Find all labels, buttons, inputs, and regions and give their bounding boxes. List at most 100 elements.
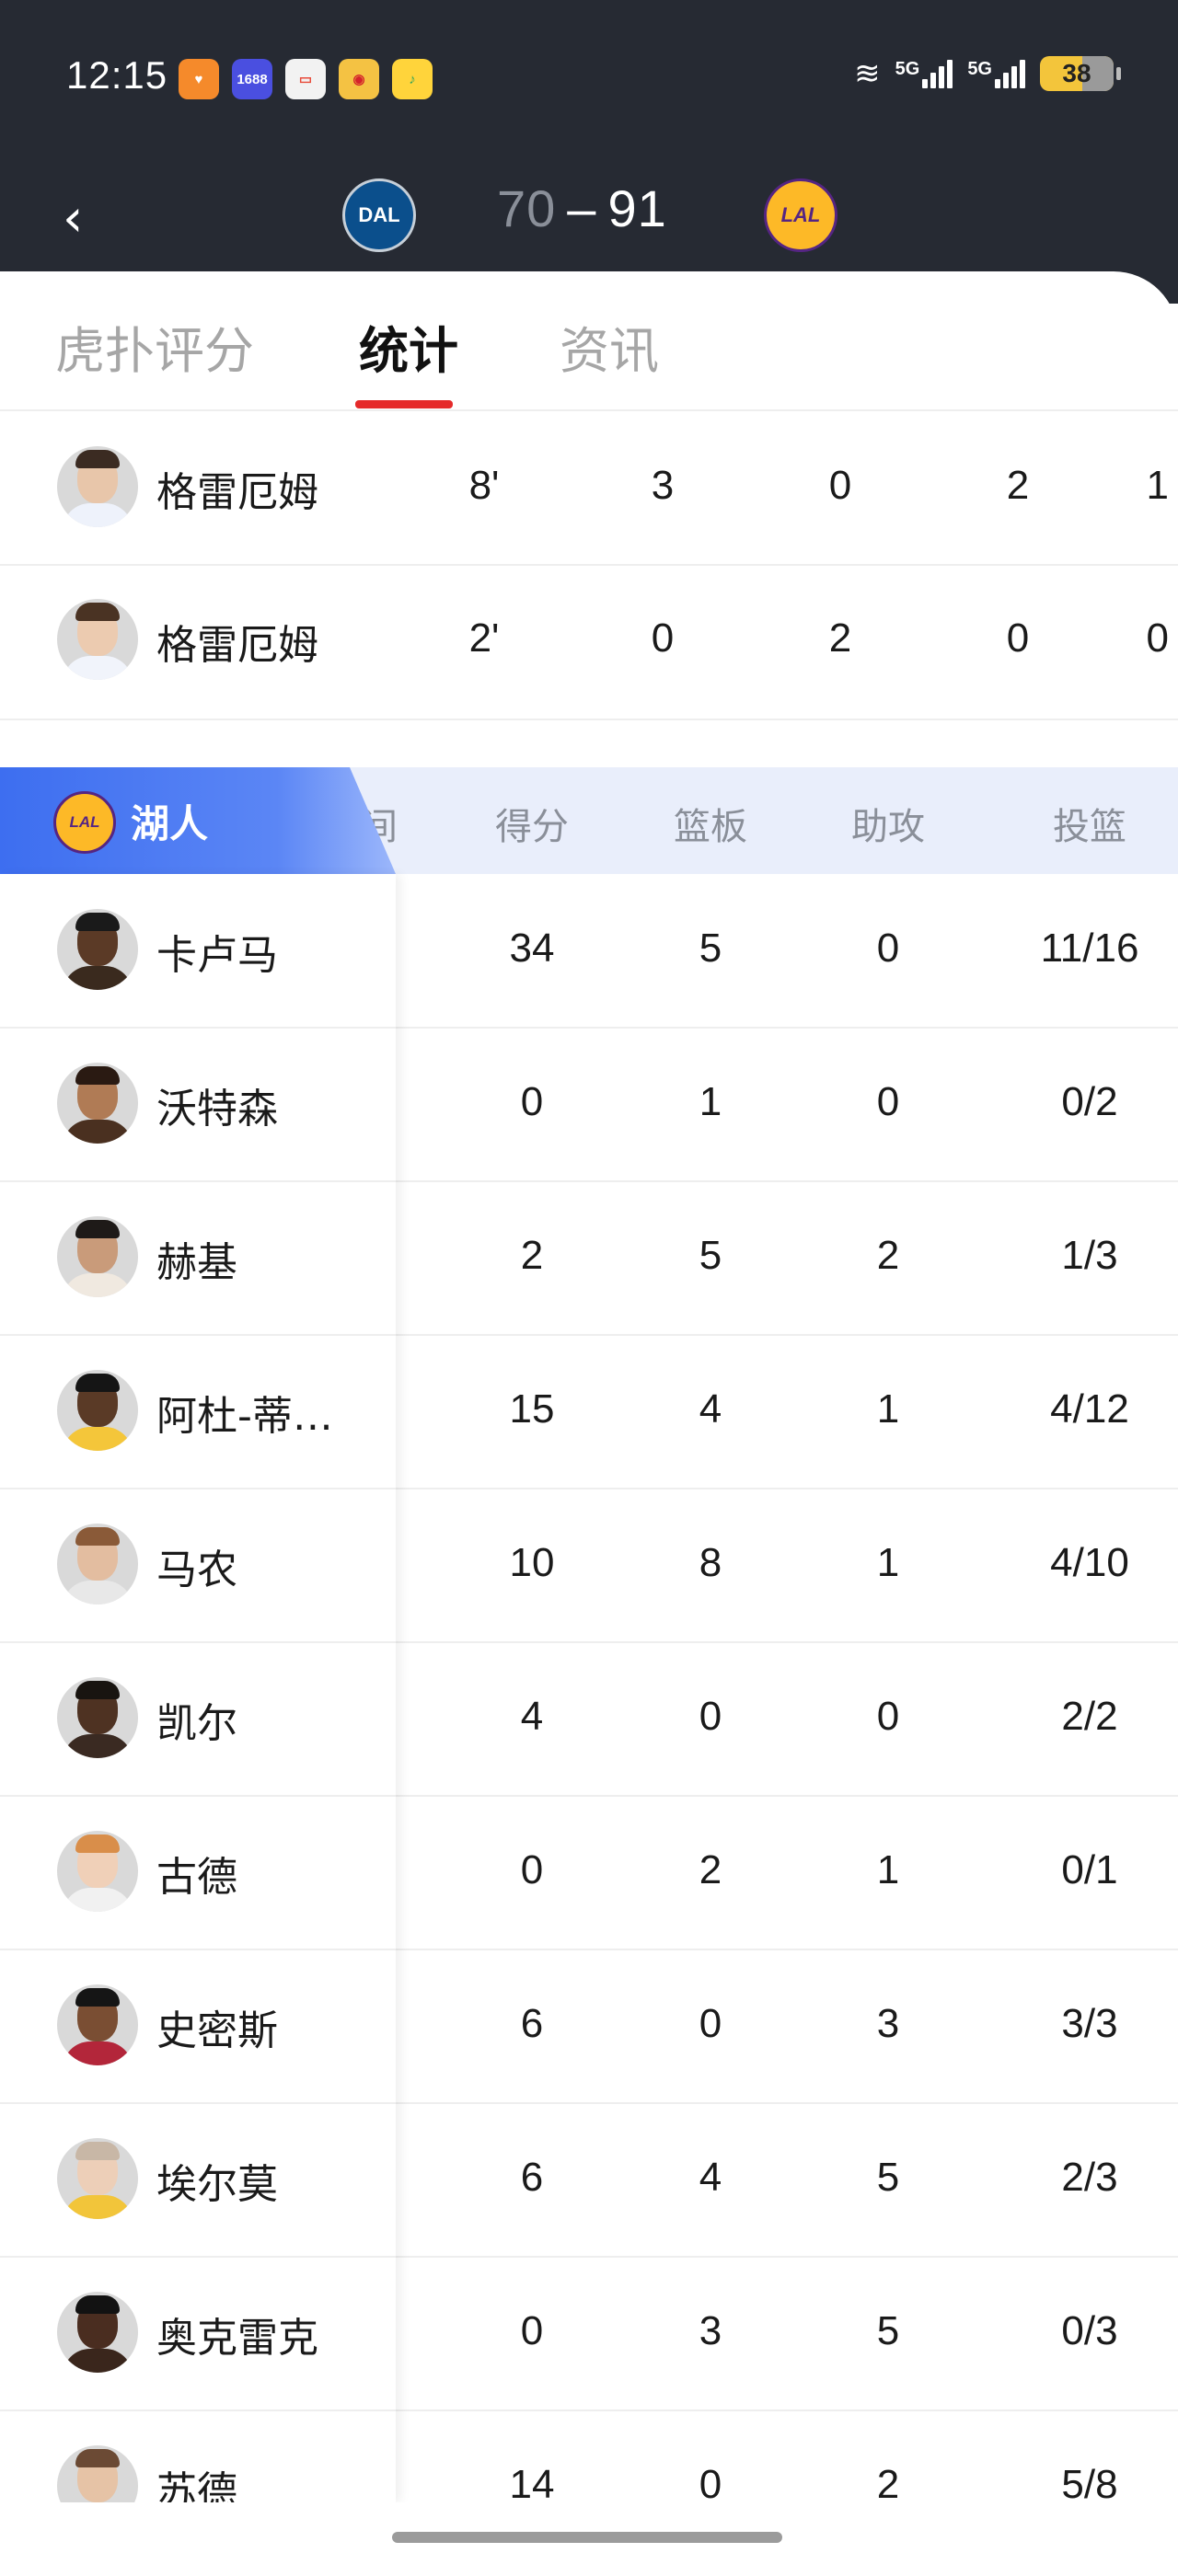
player-avatar: [57, 1677, 138, 1758]
table-row[interactable]: 埃尔莫 6 4 5 2/3: [0, 2103, 1178, 2258]
player-name[interactable]: 古德: [156, 1844, 237, 1903]
stat-field-goals: 3/3: [1061, 2001, 1118, 2046]
stat-field-goals: 0/2: [1061, 1079, 1118, 1124]
score-separator: –: [567, 179, 597, 237]
network-type-label: 5G: [895, 59, 920, 79]
stat-points: 0: [520, 1079, 544, 1124]
column-header-assists[interactable]: 助攻: [824, 797, 953, 850]
player-name[interactable]: 埃尔莫: [156, 2151, 278, 2210]
player-name[interactable]: 卡卢马: [156, 922, 278, 981]
player-name[interactable]: 史密斯: [156, 1997, 278, 2056]
stat-points: 14: [509, 2462, 555, 2507]
weibo-icon: ◉: [339, 59, 379, 99]
stat-points: 0: [520, 1847, 544, 1892]
table-row[interactable]: 格雷厄姆 2' 0 2 0 0: [0, 566, 1178, 720]
player-name[interactable]: 奥克雷克: [156, 2305, 318, 2363]
column-header-fg[interactable]: 投篮: [1025, 797, 1154, 850]
tab-stats[interactable]: 统计: [359, 310, 458, 383]
stat-assists: 0: [876, 1694, 900, 1739]
stat-time: 8': [468, 463, 500, 508]
stat-points: 4: [520, 1694, 544, 1739]
player-avatar: [57, 1984, 138, 2065]
table-row[interactable]: 赫基 2 5 2 1/3: [0, 1181, 1178, 1336]
table-row[interactable]: 古德 0 2 1 0/1: [0, 1796, 1178, 1950]
wifi-icon: ≋: [854, 55, 881, 92]
stat-points: 15: [509, 1386, 555, 1432]
stat-points: 0: [651, 615, 675, 661]
table-row[interactable]: 沃特森 0 1 0 0/2: [0, 1028, 1178, 1182]
player-name[interactable]: 赫基: [156, 1229, 237, 1288]
table-row[interactable]: 马农 10 8 1 4/10: [0, 1489, 1178, 1643]
column-header-points[interactable]: 得分: [468, 797, 596, 850]
table-row[interactable]: 奥克雷克 0 3 5 0/3: [0, 2257, 1178, 2411]
stat-rebounds: 1: [699, 1079, 722, 1124]
player-name[interactable]: 马农: [156, 1536, 237, 1595]
player-name[interactable]: 沃特森: [156, 1075, 278, 1134]
stat-assists: 2: [876, 1233, 900, 1278]
stat-rebounds: 3: [699, 2308, 722, 2353]
stat-rebounds: 5: [699, 926, 722, 971]
stat-points: 3: [651, 463, 675, 508]
home-score: 91: [607, 179, 667, 237]
stat-points: 0: [520, 2308, 544, 2353]
home-indicator[interactable]: [392, 2532, 782, 2543]
tab-hupu-rating[interactable]: 虎扑评分: [55, 310, 254, 383]
stat-field-goals: 2/3: [1061, 2155, 1118, 2200]
stat-rebounds: 4: [699, 1386, 722, 1432]
table-row[interactable]: 卡卢马 34 5 0 11/16: [0, 874, 1178, 1029]
signal-2: 5G: [967, 59, 1025, 88]
stat-field-goals: 11/16: [1040, 926, 1139, 971]
game-score: 70–91: [497, 178, 667, 238]
notification-app-icons: ♥ 1688 ▭ ◉ ♪: [179, 59, 433, 99]
stat-rebounds: 8: [699, 1540, 722, 1585]
stat-extra: 0: [1146, 615, 1169, 661]
status-time: 12:15: [66, 53, 168, 97]
stat-field-goals: 0/1: [1061, 1847, 1118, 1892]
heart-app-icon: ♥: [179, 59, 219, 99]
stat-assists: 2: [876, 2462, 900, 2507]
stat-rebounds: 0: [828, 463, 852, 508]
stat-points: 10: [509, 1540, 555, 1585]
stat-assists: 0: [876, 1079, 900, 1124]
player-avatar: [57, 909, 138, 990]
column-header-rebounds[interactable]: 篮板: [646, 797, 775, 850]
tab-bar: 虎扑评分 统计 资讯: [0, 271, 1178, 411]
back-arrow-icon[interactable]: ‹: [63, 193, 83, 245]
tab-news[interactable]: 资讯: [560, 310, 659, 383]
mavericks-logo[interactable]: DAL: [342, 178, 416, 252]
stat-time: 2': [468, 615, 500, 661]
player-avatar: [57, 2138, 138, 2219]
lakers-logo[interactable]: LAL: [764, 178, 837, 252]
battery-level: 38: [1062, 59, 1091, 87]
lakers-table-header: 间 LAL 湖人 得分 篮板 助攻 投篮: [0, 767, 1178, 874]
lakers-team-badge[interactable]: LAL 湖人: [0, 767, 396, 874]
table-row[interactable]: 格雷厄姆 8' 3 0 2 1: [0, 411, 1178, 566]
table-row[interactable]: 凯尔 4 0 0 2/2: [0, 1642, 1178, 1797]
stat-rebounds: 0: [699, 2001, 722, 2046]
player-avatar: [57, 1063, 138, 1144]
signal-bars-icon: [922, 59, 953, 88]
stat-assists: 1: [876, 1386, 900, 1432]
stat-assists: 5: [876, 2155, 900, 2200]
player-avatar: [57, 1370, 138, 1451]
table-row[interactable]: 史密斯 6 0 3 3/3: [0, 1949, 1178, 2104]
away-score: 70: [497, 179, 557, 237]
signal-bars-icon: [995, 59, 1025, 88]
player-avatar: [57, 446, 138, 527]
stat-assists: 2: [1006, 463, 1030, 508]
table-row[interactable]: 阿杜-蒂… 15 4 1 4/12: [0, 1335, 1178, 1489]
battery-icon: 38: [1040, 56, 1121, 91]
system-indicators: ≋ 5G 5G 38: [854, 55, 1121, 92]
stat-rebounds: 5: [699, 1233, 722, 1278]
stat-extra: 1: [1146, 463, 1169, 508]
stat-rebounds: 4: [699, 2155, 722, 2200]
status-bar: 12:15 ♥ 1688 ▭ ◉ ♪ ≋ 5G 5G 38: [0, 0, 1178, 156]
player-name[interactable]: 凯尔: [156, 1690, 237, 1749]
player-avatar: [57, 599, 138, 680]
player-name[interactable]: 阿杜-蒂…: [156, 1383, 333, 1442]
player-avatar: [57, 1216, 138, 1297]
player-name: 格雷厄姆: [156, 622, 318, 669]
away-team-abbr: DAL: [358, 203, 400, 226]
player-avatar: [57, 1524, 138, 1604]
stat-points: 34: [509, 926, 555, 971]
